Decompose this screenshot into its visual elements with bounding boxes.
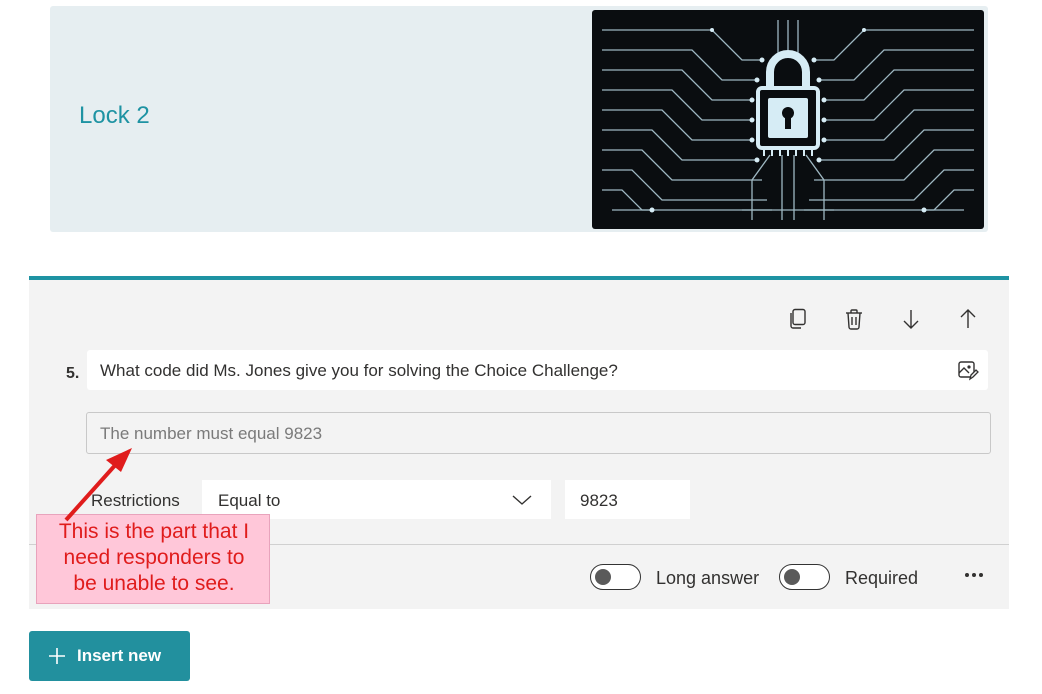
question-title-field[interactable]: What code did Ms. Jones give you for sol… [87,350,988,390]
question-number: 5. [66,365,80,382]
toggle-knob [784,569,800,585]
insert-new-label: Insert new [77,646,162,665]
required-toggle[interactable] [779,564,830,590]
long-answer-label: Long answer [656,568,760,588]
long-answer-toggle[interactable] [590,564,641,590]
more-horizontal-icon[interactable] [959,564,989,586]
insert-new-button[interactable]: Insert new [29,631,190,681]
toggle-knob [595,569,611,585]
chevron-down-icon [511,493,533,512]
restrictions-label: Restrictions [91,491,180,510]
section-title[interactable]: Lock 2 [79,102,150,130]
arrow-up-icon[interactable] [950,300,986,338]
image-edit-icon[interactable] [956,358,980,382]
copy-icon[interactable] [780,300,816,338]
answer-placeholder: The number must equal 9823 [100,424,323,443]
answer-input[interactable]: The number must equal 9823 [86,412,991,454]
annotation-text: This is the part that I need responders … [58,520,250,595]
restriction-value-input[interactable]: 9823 [565,480,690,519]
arrow-down-icon[interactable] [893,300,929,338]
question-title-text: What code did Ms. Jones give you for sol… [100,361,618,380]
restriction-value-text: 9823 [580,491,618,510]
required-label: Required [845,568,919,588]
plus-icon [49,648,65,664]
section-header: Lock 2 [50,6,988,232]
circuit-lock-image [592,10,984,229]
annotation-callout: This is the part that I need responders … [36,514,270,604]
trash-icon[interactable] [836,300,872,338]
restriction-type-value: Equal to [218,491,281,510]
